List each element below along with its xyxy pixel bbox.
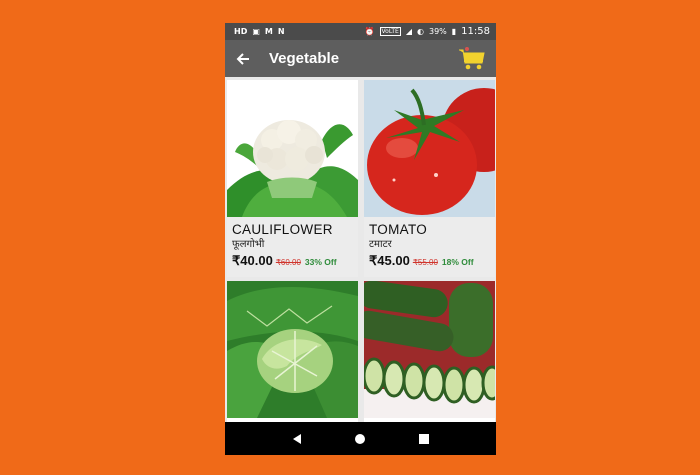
data-saver-icon: ◐: [417, 27, 424, 36]
app-bar: Vegetable: [225, 40, 496, 77]
cart-badge-dot: [465, 47, 469, 51]
product-price: ₹45.00: [369, 253, 410, 268]
alarm-icon: ⏰: [364, 27, 375, 36]
cart-icon: [459, 49, 485, 70]
circle-home-icon: [355, 433, 366, 444]
arrow-back-icon: [236, 52, 249, 65]
nav-back-button[interactable]: [285, 427, 309, 451]
nav-home-button[interactable]: [348, 427, 372, 451]
product-mrp: ₹55.00: [412, 258, 438, 267]
nav-recents-button[interactable]: [412, 427, 436, 451]
product-card-cauliflower[interactable]: CAULIFLOWER फूलगोभी ₹40.00 ₹60.00 33% Of…: [227, 80, 358, 277]
product-discount: 18% Off: [441, 257, 474, 267]
status-left: HD ▣ M N: [234, 27, 285, 36]
product-info: CAULIFLOWER फूलगोभी ₹40.00 ₹60.00 33% Of…: [227, 217, 358, 277]
n-icon: N: [277, 27, 285, 36]
cauliflower-image: [227, 80, 358, 217]
product-card-cabbage[interactable]: [227, 281, 358, 422]
battery-icon: ▮: [451, 27, 457, 36]
product-mrp: ₹60.00: [275, 258, 301, 267]
triangle-back-icon: [292, 433, 301, 444]
back-button[interactable]: [225, 40, 261, 77]
price-row: ₹45.00 ₹55.00 18% Off: [369, 253, 490, 269]
cabbage-image: [227, 281, 358, 418]
hd-icon: HD: [234, 27, 248, 36]
cucumber-image: [364, 281, 495, 418]
cart-button[interactable]: [458, 45, 486, 71]
tomato-image: [364, 80, 495, 217]
volte-label: VoLTE: [379, 27, 401, 36]
status-right: ⏰ VoLTE ◢ ◐ 39% ▮ 11:58: [365, 26, 490, 37]
signal-icon: ◢: [405, 27, 412, 36]
product-card-cucumber[interactable]: [364, 281, 495, 422]
square-recents-icon: [419, 433, 430, 444]
price-row: ₹40.00 ₹60.00 33% Off: [232, 253, 353, 269]
phone-screen: HD ▣ M N ⏰ VoLTE ◢ ◐ 39% ▮ 11:58 Vegetab…: [225, 23, 496, 455]
product-name: CAULIFLOWER: [232, 222, 333, 237]
product-info: TOMATO टमाटर ₹45.00 ₹55.00 18% Off: [364, 217, 495, 277]
page-title: Vegetable: [269, 50, 340, 67]
m-icon: M: [264, 27, 273, 36]
system-nav-bar: [225, 422, 496, 455]
image-icon: ▣: [252, 27, 260, 36]
product-grid: CAULIFLOWER फूलगोभी ₹40.00 ₹60.00 33% Of…: [225, 77, 496, 422]
status-bar: HD ▣ M N ⏰ VoLTE ◢ ◐ 39% ▮ 11:58: [225, 23, 496, 40]
clock: 11:58: [461, 26, 490, 37]
product-hindi-name: टमाटर: [369, 239, 392, 250]
battery-percent: 39%: [428, 27, 447, 36]
product-card-tomato[interactable]: TOMATO टमाटर ₹45.00 ₹55.00 18% Off: [364, 80, 495, 277]
product-name: TOMATO: [369, 222, 428, 237]
product-price: ₹40.00: [232, 253, 273, 268]
product-discount: 33% Off: [304, 257, 337, 267]
product-hindi-name: फूलगोभी: [232, 239, 265, 250]
